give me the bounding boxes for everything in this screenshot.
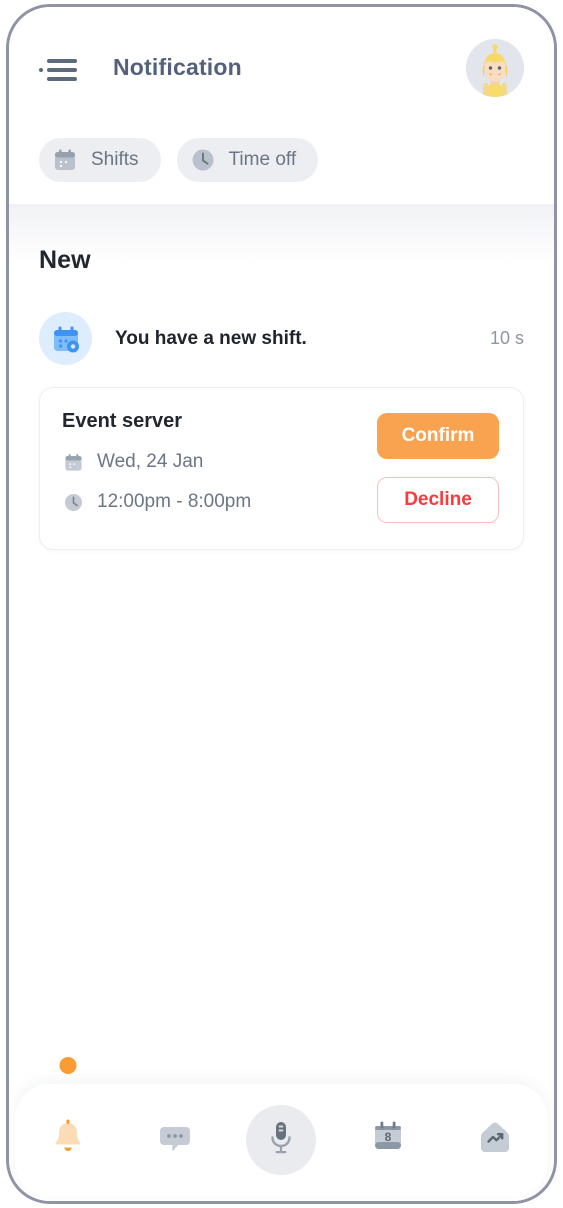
bottom-nav-wrapper: 8 <box>9 1057 554 1201</box>
avatar[interactable] <box>466 38 524 97</box>
decline-button[interactable]: Decline <box>377 477 499 523</box>
nav-item-schedule[interactable]: 8 <box>351 1103 425 1177</box>
content-area: New You have a new shift. 10 s Event ser… <box>9 204 554 1201</box>
shift-card: Event server Wed, 24 Jan 12:00pm - 8:00p… <box>39 387 524 550</box>
nav-item-voice[interactable] <box>244 1103 318 1177</box>
active-indicator-dot <box>59 1057 77 1074</box>
calendar-icon <box>62 451 84 473</box>
shift-card-details: Event server Wed, 24 Jan 12:00pm - 8:00p… <box>62 410 377 523</box>
menu-bar-bottom <box>47 76 77 81</box>
filter-chip-bar: Shifts Time off <box>9 128 554 204</box>
app-screen: Notification Shifts Time off New You hav… <box>9 7 554 1201</box>
microphone-button-circle <box>246 1105 317 1175</box>
trending-up-icon <box>476 1120 514 1161</box>
clock-icon <box>62 491 84 513</box>
shift-card-actions: Confirm Decline <box>377 410 499 523</box>
clock-icon <box>189 146 217 174</box>
hamburger-menu-icon[interactable] <box>39 58 77 81</box>
chat-bubble-icon <box>157 1120 193 1161</box>
confirm-button[interactable]: Confirm <box>377 413 499 459</box>
notification-row[interactable]: You have a new shift. 10 s <box>39 312 524 365</box>
app-header: Notification <box>9 7 554 128</box>
shift-time: 12:00pm - 8:00pm <box>97 491 252 512</box>
calendar-icon <box>51 146 79 174</box>
shift-time-row: 12:00pm - 8:00pm <box>62 491 377 513</box>
menu-bar-middle <box>39 67 77 72</box>
section-title-new: New <box>39 246 91 274</box>
calendar-settings-icon <box>39 312 92 365</box>
shift-date: Wed, 24 Jan <box>97 451 204 472</box>
menu-bar-top <box>47 58 77 63</box>
notification-timestamp: 10 s <box>489 328 524 348</box>
filter-chip-label: Time off <box>228 149 297 170</box>
phone-frame: Notification Shifts Time off New You hav… <box>6 4 557 1204</box>
microphone-icon <box>266 1120 296 1161</box>
calendar-day-number: 8 <box>385 1130 392 1144</box>
filter-chip-label: Shifts <box>91 149 139 170</box>
nav-item-notifications[interactable] <box>31 1057 105 1177</box>
filter-chip-time-off[interactable]: Time off <box>176 138 319 182</box>
nav-item-messages[interactable] <box>138 1103 212 1177</box>
bell-icon <box>49 1118 87 1163</box>
notification-message: You have a new shift. <box>115 327 307 349</box>
nav-item-insights[interactable] <box>458 1103 532 1177</box>
shift-date-row: Wed, 24 Jan <box>62 451 377 473</box>
shift-title: Event server <box>62 410 183 432</box>
bottom-navigation-bar: 8 <box>15 1057 548 1196</box>
content-inner: New You have a new shift. 10 s Event ser… <box>9 246 554 550</box>
calendar-day-icon: 8 <box>370 1119 406 1162</box>
page-title: Notification <box>113 54 242 80</box>
filter-chip-shifts[interactable]: Shifts <box>39 138 161 182</box>
